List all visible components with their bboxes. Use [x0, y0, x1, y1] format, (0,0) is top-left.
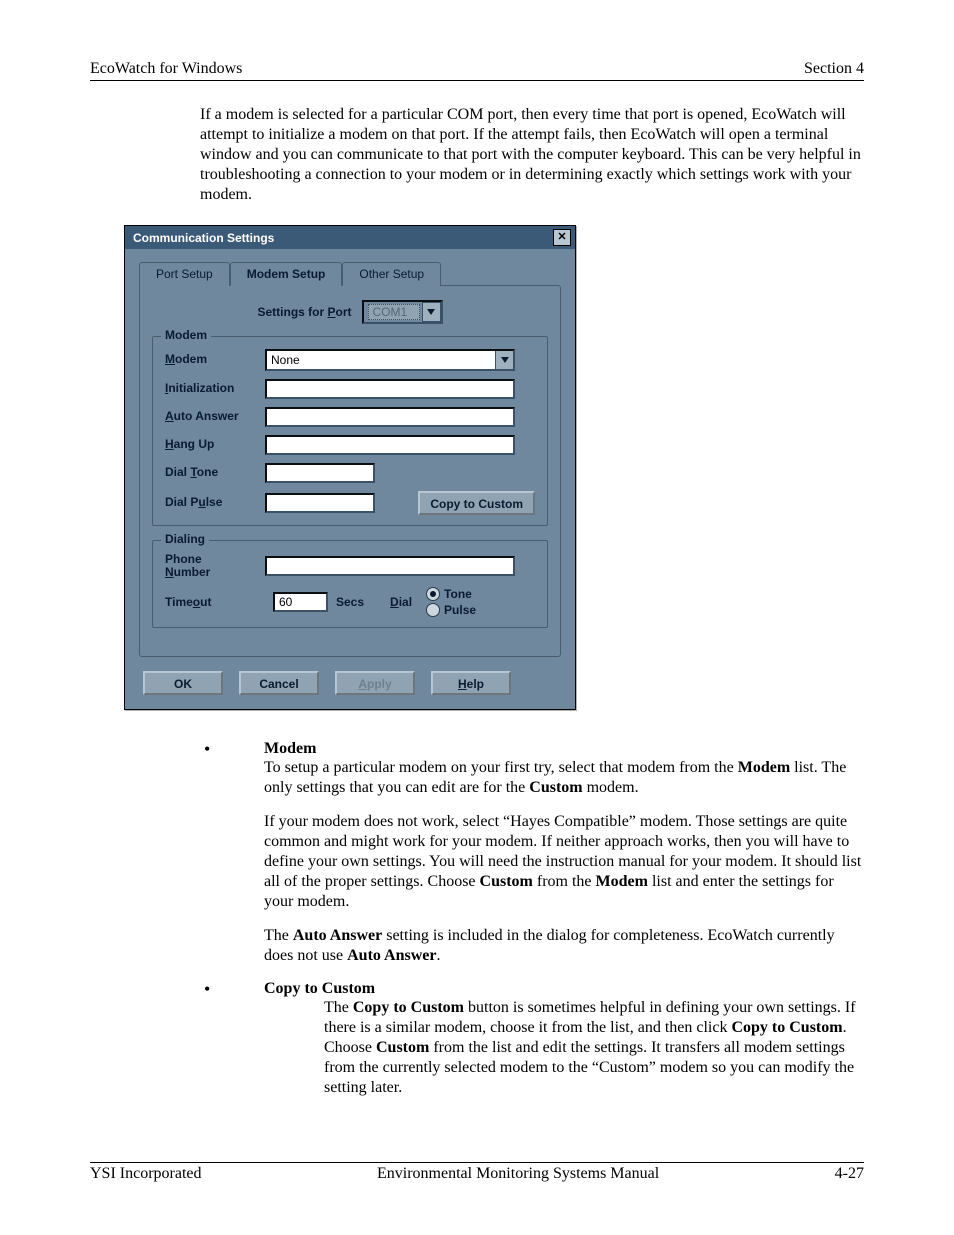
footer-left: YSI Incorporated — [90, 1165, 202, 1183]
ok-button[interactable]: OK — [143, 671, 223, 695]
phone-number-label: Phone Number — [165, 553, 265, 579]
timeout-input[interactable] — [273, 592, 328, 612]
modem-select-value: None — [267, 351, 493, 369]
page-header: EcoWatch for Windows Section 4 — [90, 60, 864, 81]
bullet-copy-title: Copy to Custom — [264, 980, 864, 998]
chevron-down-icon — [501, 357, 509, 363]
modem-select[interactable]: None — [265, 349, 515, 371]
communication-settings-dialog: Communication Settings ✕ Port Setup Mode… — [124, 225, 576, 710]
hang-up-input[interactable] — [265, 435, 515, 455]
cancel-button[interactable]: Cancel — [239, 671, 319, 695]
dialing-groupbox: Dialing Phone Number Timeout Secs Dial — [152, 540, 548, 628]
pulse-radio[interactable] — [426, 603, 440, 617]
dial-pulse-input[interactable] — [265, 493, 375, 513]
dial-radio-group: Tone Pulse — [426, 587, 476, 617]
secs-label: Secs — [336, 595, 364, 609]
bullet-modem-p1: To setup a particular modem on your firs… — [264, 758, 864, 798]
auto-answer-label: Auto Answer — [165, 410, 265, 423]
modem-label: Modem — [165, 353, 265, 366]
footer-center: Environmental Monitoring Systems Manual — [377, 1165, 659, 1183]
port-select[interactable]: COM1 — [362, 300, 443, 324]
bullet-modem-title: Modem — [264, 740, 864, 758]
dialog-button-row: OK Cancel Apply Help — [139, 671, 561, 695]
bullet-copy: • Copy to Custom The Copy to Custom butt… — [200, 980, 864, 1112]
bullet-modem-p2: If your modem does not work, select “Hay… — [264, 812, 864, 912]
port-select-dropdown-button[interactable] — [422, 302, 441, 322]
tab-strip: Port Setup Modem Setup Other Setup — [139, 261, 561, 285]
auto-answer-input[interactable] — [265, 407, 515, 427]
settings-for-port-row: Settings for Port COM1 — [152, 300, 548, 324]
dialing-group-title: Dialing — [161, 532, 209, 546]
bullet-modem-p3: The Auto Answer setting is included in t… — [264, 926, 864, 966]
help-button[interactable]: Help — [431, 671, 511, 695]
intro-paragraph: If a modem is selected for a particular … — [200, 105, 864, 205]
modem-groupbox: Modem Modem None Initialization Auto — [152, 336, 548, 526]
page-footer: YSI Incorporated Environmental Monitorin… — [90, 1162, 864, 1183]
footer-right: 4-27 — [835, 1165, 864, 1183]
timeout-label: Timeout — [165, 596, 265, 609]
header-right: Section 4 — [804, 60, 864, 78]
tab-modem-setup[interactable]: Modem Setup — [230, 262, 343, 286]
initialization-label: Initialization — [165, 382, 265, 395]
tone-radio-row[interactable]: Tone — [426, 587, 476, 601]
modem-group-title: Modem — [161, 328, 211, 342]
tone-radio[interactable] — [426, 587, 440, 601]
dial-label: Dial — [390, 595, 412, 609]
hang-up-label: Hang Up — [165, 438, 265, 451]
dial-pulse-label: Dial Pulse — [165, 496, 265, 509]
modem-select-dropdown-button[interactable] — [495, 351, 513, 369]
body-bullets: • Modem To setup a particular modem on y… — [200, 740, 864, 1112]
tab-page-modem: Settings for Port COM1 Modem Modem None — [139, 285, 561, 657]
settings-for-port-label: Settings for Port — [257, 305, 351, 319]
tab-port-setup[interactable]: Port Setup — [139, 262, 230, 286]
tab-other-setup[interactable]: Other Setup — [342, 262, 441, 286]
bullet-icon: • — [200, 740, 264, 980]
chevron-down-icon — [427, 309, 435, 315]
dial-tone-label: Dial Tone — [165, 466, 265, 479]
dialog-body: Port Setup Modem Setup Other Setup Setti… — [125, 249, 575, 709]
bullet-copy-p: The Copy to Custom button is sometimes h… — [324, 998, 864, 1098]
port-select-value: COM1 — [368, 304, 420, 320]
pulse-radio-row[interactable]: Pulse — [426, 603, 476, 617]
tone-radio-label: Tone — [444, 587, 472, 601]
header-left: EcoWatch for Windows — [90, 60, 242, 78]
close-button[interactable]: ✕ — [553, 229, 571, 246]
close-icon: ✕ — [557, 232, 566, 243]
copy-to-custom-button[interactable]: Copy to Custom — [418, 491, 535, 515]
dial-tone-input[interactable] — [265, 463, 375, 483]
initialization-input[interactable] — [265, 379, 515, 399]
pulse-radio-label: Pulse — [444, 603, 476, 617]
bullet-modem: • Modem To setup a particular modem on y… — [200, 740, 864, 980]
dialog-titlebar: Communication Settings ✕ — [125, 226, 575, 249]
apply-button[interactable]: Apply — [335, 671, 415, 695]
dialog-title: Communication Settings — [133, 231, 274, 245]
phone-number-input[interactable] — [265, 556, 515, 576]
bullet-icon: • — [200, 980, 264, 1112]
